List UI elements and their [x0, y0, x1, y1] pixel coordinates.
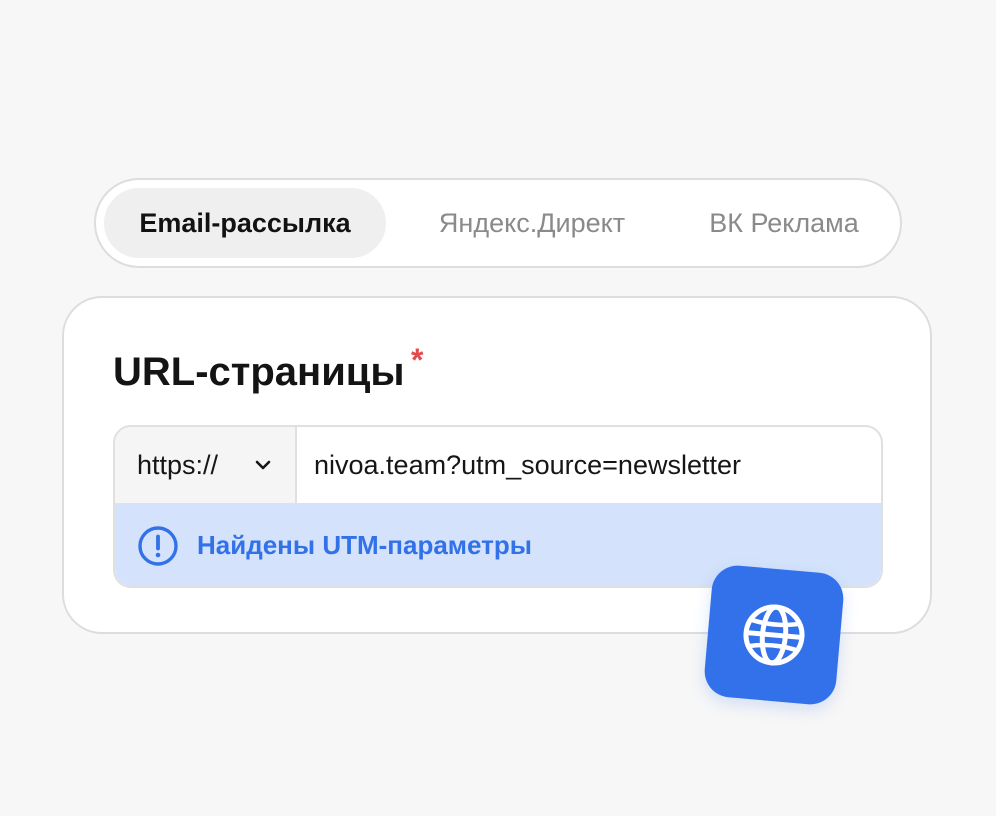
- globe-badge[interactable]: [702, 563, 846, 707]
- tab-yandex-direct[interactable]: Яндекс.Директ: [414, 188, 650, 258]
- url-input-group: https:// Найдены UTM-параметры: [113, 425, 883, 588]
- tab-vk-ads[interactable]: ВК Реклама: [686, 188, 882, 258]
- url-input[interactable]: [297, 427, 881, 503]
- tab-email-newsletter[interactable]: Email-рассылка: [104, 188, 386, 258]
- protocol-select[interactable]: https://: [115, 427, 297, 503]
- globe-icon: [743, 604, 805, 666]
- exclamation-circle-icon: [138, 526, 178, 566]
- required-marker: *: [411, 342, 424, 378]
- channel-tabs: Email-рассылка Яндекс.Директ ВК Реклама: [94, 178, 902, 268]
- protocol-value: https://: [137, 450, 219, 480]
- utm-notice-text: Найдены UTM-параметры: [197, 530, 532, 560]
- chevron-down-icon: [255, 460, 271, 470]
- url-field-label: URL-страницы: [113, 350, 405, 394]
